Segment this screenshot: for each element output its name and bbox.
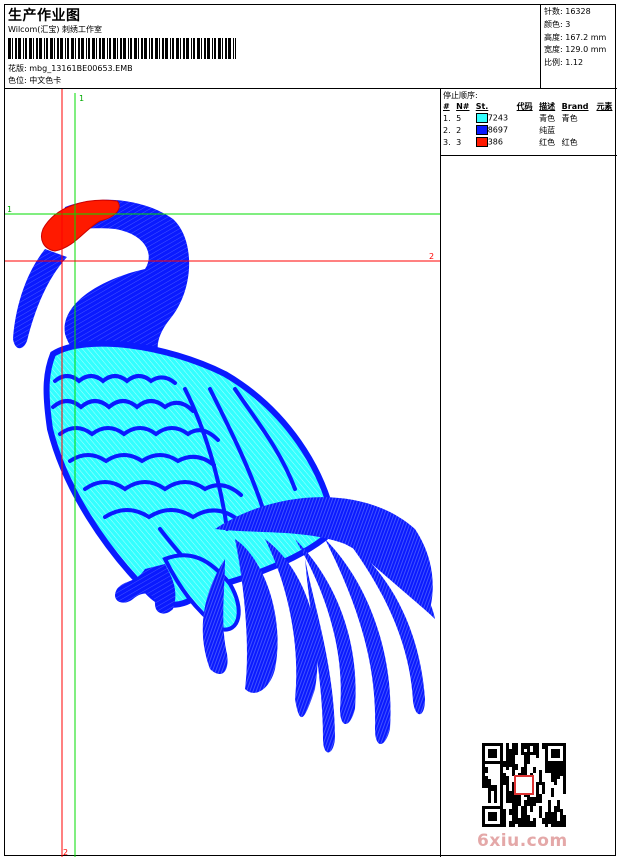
row-needle: 2 — [456, 125, 462, 135]
row-element — [594, 124, 617, 136]
row-code — [515, 112, 538, 124]
table-row: 3. 3 386 红色 红色 — [441, 136, 617, 148]
row-brand — [560, 124, 595, 136]
row-num: 3. — [443, 137, 451, 147]
stat-colors: 颜色: 3 — [544, 19, 571, 29]
row-brand: 红色 — [561, 137, 578, 147]
stats-panel: 针数: 16328 颜色: 3 高度: 167.2 mm 宽度: 129.0 m… — [541, 5, 617, 89]
row-desc: 红色 — [539, 137, 556, 147]
row-desc: 纯蓝 — [539, 125, 556, 135]
row-code — [515, 124, 538, 136]
row-desc: 青色 — [539, 113, 556, 123]
stat-width: 宽度: 129.0 mm — [544, 45, 607, 55]
stat-scale: 比例: 1.12 — [544, 58, 584, 68]
stop-sequence-title: 停止顺序: — [443, 91, 478, 100]
col-needle: N# — [456, 102, 470, 111]
table-header-row: # N# St. 代码 描述 Brand 元素 — [441, 101, 617, 112]
barcode — [8, 38, 236, 59]
crane-leg — [115, 564, 176, 614]
row-needle: 3 — [456, 137, 462, 147]
stitch-count: 8697 — [487, 125, 509, 135]
color-swatch — [475, 125, 488, 135]
stitch-count: 7243 — [487, 113, 509, 123]
guide-red-h-label: 2 — [429, 252, 434, 261]
company-name: Wilcom(汇宝) 刺绣工作室 — [8, 25, 103, 34]
table-row: 1. 5 7243 青色 青色 — [441, 112, 617, 124]
col-element: 元素 — [596, 102, 613, 111]
colorset-row: 色位: 中文色卡 — [8, 75, 61, 86]
colorset-value: 中文色卡 — [29, 76, 62, 85]
design-file-name: mbg_13161BE00653.EMB — [29, 64, 133, 73]
guide-green-h-label: 1 — [7, 205, 12, 214]
color-swatch — [475, 113, 488, 123]
col-num: # — [443, 102, 450, 111]
stop-sequence-table: # N# St. 代码 描述 Brand 元素 1. 5 7243 青色 青色 2. 2 86… — [441, 101, 617, 148]
row-stitches: 8697 — [474, 124, 515, 136]
color-swatch — [475, 137, 488, 147]
colorset-label: 色位: — [8, 76, 27, 85]
row-code — [515, 136, 538, 148]
stop-sequence-panel: 停止顺序: # N# St. 代码 描述 Brand 元素 1. 5 7243 青色青… — [441, 89, 617, 857]
stitch-count: 386 — [487, 137, 503, 147]
design-file-row: 花版: mbg_13161BE00653.EMB — [8, 63, 133, 74]
row-num: 2. — [443, 125, 451, 135]
row-element — [594, 136, 617, 148]
col-stitches: St. — [475, 102, 489, 111]
col-desc: 描述 — [539, 102, 556, 111]
stat-stitches: 针数: 16328 — [544, 7, 591, 16]
design-file-label: 花版: — [8, 64, 27, 73]
watermark-text: 6xiu.com — [477, 831, 568, 851]
header-panel: 生产作业图 Wilcom(汇宝) 刺绣工作室 花版: mbg_13161BE00… — [5, 5, 541, 89]
embroidery-canvas: 1 1 2 2 — [5, 89, 441, 857]
row-stitches: 7243 — [474, 112, 515, 124]
col-brand: Brand — [561, 102, 589, 111]
crane-beak — [13, 249, 67, 349]
qr-code — [482, 743, 566, 827]
row-brand: 青色 — [561, 113, 578, 123]
production-sheet: 生产作业图 Wilcom(汇宝) 刺绣工作室 花版: mbg_13161BE00… — [4, 4, 617, 857]
col-code: 代码 — [516, 102, 533, 111]
table-divider — [441, 155, 617, 156]
row-num: 1. — [443, 113, 451, 123]
table-row: 2. 2 8697 纯蓝 — [441, 124, 617, 136]
row-element — [594, 112, 617, 124]
crane-embroidery: 1 1 2 2 — [5, 89, 440, 857]
guide-green-v-label: 1 — [79, 94, 84, 103]
row-stitches: 386 — [474, 136, 515, 148]
stat-height: 高度: 167.2 mm — [544, 32, 607, 42]
guide-red-v-label: 2 — [63, 848, 68, 857]
row-needle: 5 — [456, 113, 462, 123]
sheet-title: 生产作业图 — [8, 8, 81, 24]
